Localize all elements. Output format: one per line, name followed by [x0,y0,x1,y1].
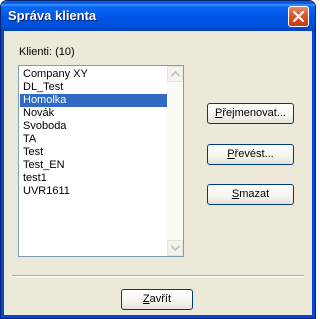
delete-label: mazat [239,188,270,200]
client-list-item[interactable]: Test [20,146,167,159]
window-frame-right [312,31,315,318]
window-frame-bottom [1,315,315,318]
convert-label: řevést... [234,148,274,160]
window-frame-left [1,31,4,318]
title-bar[interactable]: Správa klienta [1,1,315,31]
client-list-item[interactable]: TA [20,133,167,146]
client-list-item[interactable]: test1 [20,172,167,185]
footer-separator [12,275,304,277]
arrow-down-icon [171,245,180,251]
convert-mnemonic: P [227,148,235,160]
client-list-item[interactable]: Homolka [20,94,167,107]
close-x-icon [293,11,304,22]
rename-label: řejmenovat... [222,107,286,119]
clients-list: Company XY DL_Test Homolka Novák Svoboda TA Te… [20,68,167,198]
client-list-item[interactable]: Test_EN [20,159,167,172]
listbox-scrollbar[interactable] [167,66,183,256]
delete-button[interactable]: Smazat [207,184,294,205]
client-management-dialog: Správa klienta Klienti: (10) Company XY D… [0,0,316,319]
close-label: avřít [149,293,172,305]
scroll-down-button[interactable] [167,240,183,256]
close-window-button[interactable] [288,6,309,27]
arrow-up-icon [171,71,180,77]
client-list-item[interactable]: UVR1611 [20,185,167,198]
client-list-item[interactable]: Svoboda [20,120,167,133]
scroll-up-button[interactable] [167,66,183,82]
client-list-item[interactable]: Novák [20,107,167,120]
close-mnemonic: Z [142,293,150,305]
clients-count-label: Klienti: (10) [19,46,75,58]
rename-button[interactable]: Přejmenovat... [207,103,294,124]
client-list-item[interactable]: DL_Test [20,81,167,94]
close-button[interactable]: Zavřít [121,289,193,310]
convert-button[interactable]: Převést... [207,144,294,165]
client-list-item[interactable]: Company XY [20,68,167,81]
clients-listbox[interactable]: Company XY DL_Test Homolka Novák Svoboda TA Te… [18,65,184,257]
dialog-title: Správa klienta [8,8,97,23]
